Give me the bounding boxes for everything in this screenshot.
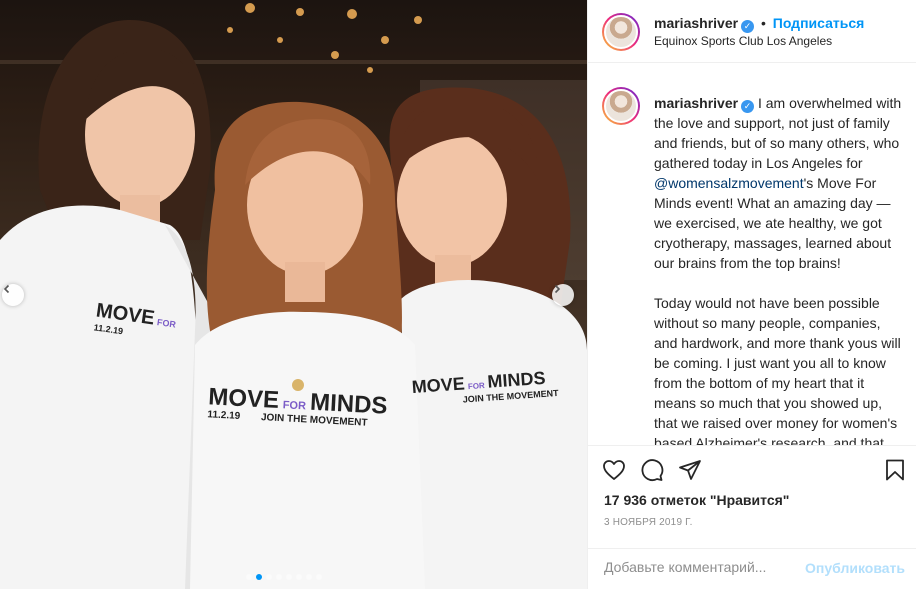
carousel-prev-button[interactable] xyxy=(2,284,24,306)
paper-plane-icon xyxy=(679,460,701,480)
shirt-word-move: MOVE xyxy=(411,373,466,398)
comment-button[interactable] xyxy=(640,458,664,485)
photo-illustration xyxy=(0,3,587,589)
comment-bar: Опубликовать xyxy=(588,548,916,589)
post-comment-button[interactable]: Опубликовать xyxy=(805,560,905,576)
verified-icon: ✓ xyxy=(741,99,755,113)
carousel-dot xyxy=(286,574,292,580)
username-link[interactable]: mariashriver xyxy=(654,15,738,31)
carousel-dot xyxy=(266,574,272,580)
post-panel: mariashriver ✓ • Подписаться Equinox Spor… xyxy=(587,0,916,589)
bookmark-icon xyxy=(886,459,904,481)
caption-text: mariashriver ✓ I am overwhelmed with the … xyxy=(654,93,904,445)
comment-input[interactable] xyxy=(604,559,804,575)
heart-icon xyxy=(603,460,625,480)
like-button[interactable] xyxy=(602,458,626,485)
carousel-dot xyxy=(276,574,282,580)
caption-area: mariashriver ✓ I am overwhelmed with the … xyxy=(588,63,916,445)
likes-count[interactable]: 17 936 отметок "Нравится" xyxy=(604,492,789,508)
location-link[interactable]: Equinox Sports Club Los Angeles xyxy=(654,34,832,48)
avatar[interactable] xyxy=(602,13,640,51)
shirt-word-for: FOR xyxy=(156,317,177,330)
mention-link[interactable]: @womensalzmovement xyxy=(654,175,804,191)
shirt-date: 11.2.19 xyxy=(207,409,241,423)
verified-icon: ✓ xyxy=(741,20,755,33)
carousel-dot xyxy=(316,574,322,580)
carousel-indicator xyxy=(246,574,322,580)
save-button[interactable] xyxy=(883,458,907,485)
shirt-word-for: FOR xyxy=(467,381,486,392)
avatar[interactable] xyxy=(602,87,640,125)
chevron-left-icon xyxy=(3,284,10,294)
carousel-next-button[interactable] xyxy=(552,284,574,306)
share-button[interactable] xyxy=(678,458,702,485)
post-header: mariashriver ✓ • Подписаться Equinox Spor… xyxy=(588,0,916,63)
separator-dot: • xyxy=(760,15,766,31)
carousel-dot xyxy=(246,574,252,580)
post-photo[interactable]: MOVE FOR MINDS 11.2.19 JOIN THE MOVEMENT M… xyxy=(0,0,587,589)
post-date[interactable]: 3 НОЯБРЯ 2019 Г. xyxy=(604,517,693,528)
caption-paragraph-2: Today would not have been possible witho… xyxy=(654,295,901,445)
chevron-right-icon xyxy=(554,284,561,294)
caption-username-link[interactable]: mariashriver xyxy=(654,95,738,111)
carousel-dot xyxy=(296,574,302,580)
shirt-word-minds: MINDS xyxy=(486,367,547,392)
actions-section: 17 936 отметок "Нравится" 3 НОЯБРЯ 2019 … xyxy=(588,445,916,535)
carousel-dot xyxy=(256,574,262,580)
comment-icon xyxy=(641,459,664,482)
follow-button[interactable]: Подписаться xyxy=(773,15,865,31)
carousel-dot xyxy=(306,574,312,580)
shirt-word-for: FOR xyxy=(282,399,307,413)
